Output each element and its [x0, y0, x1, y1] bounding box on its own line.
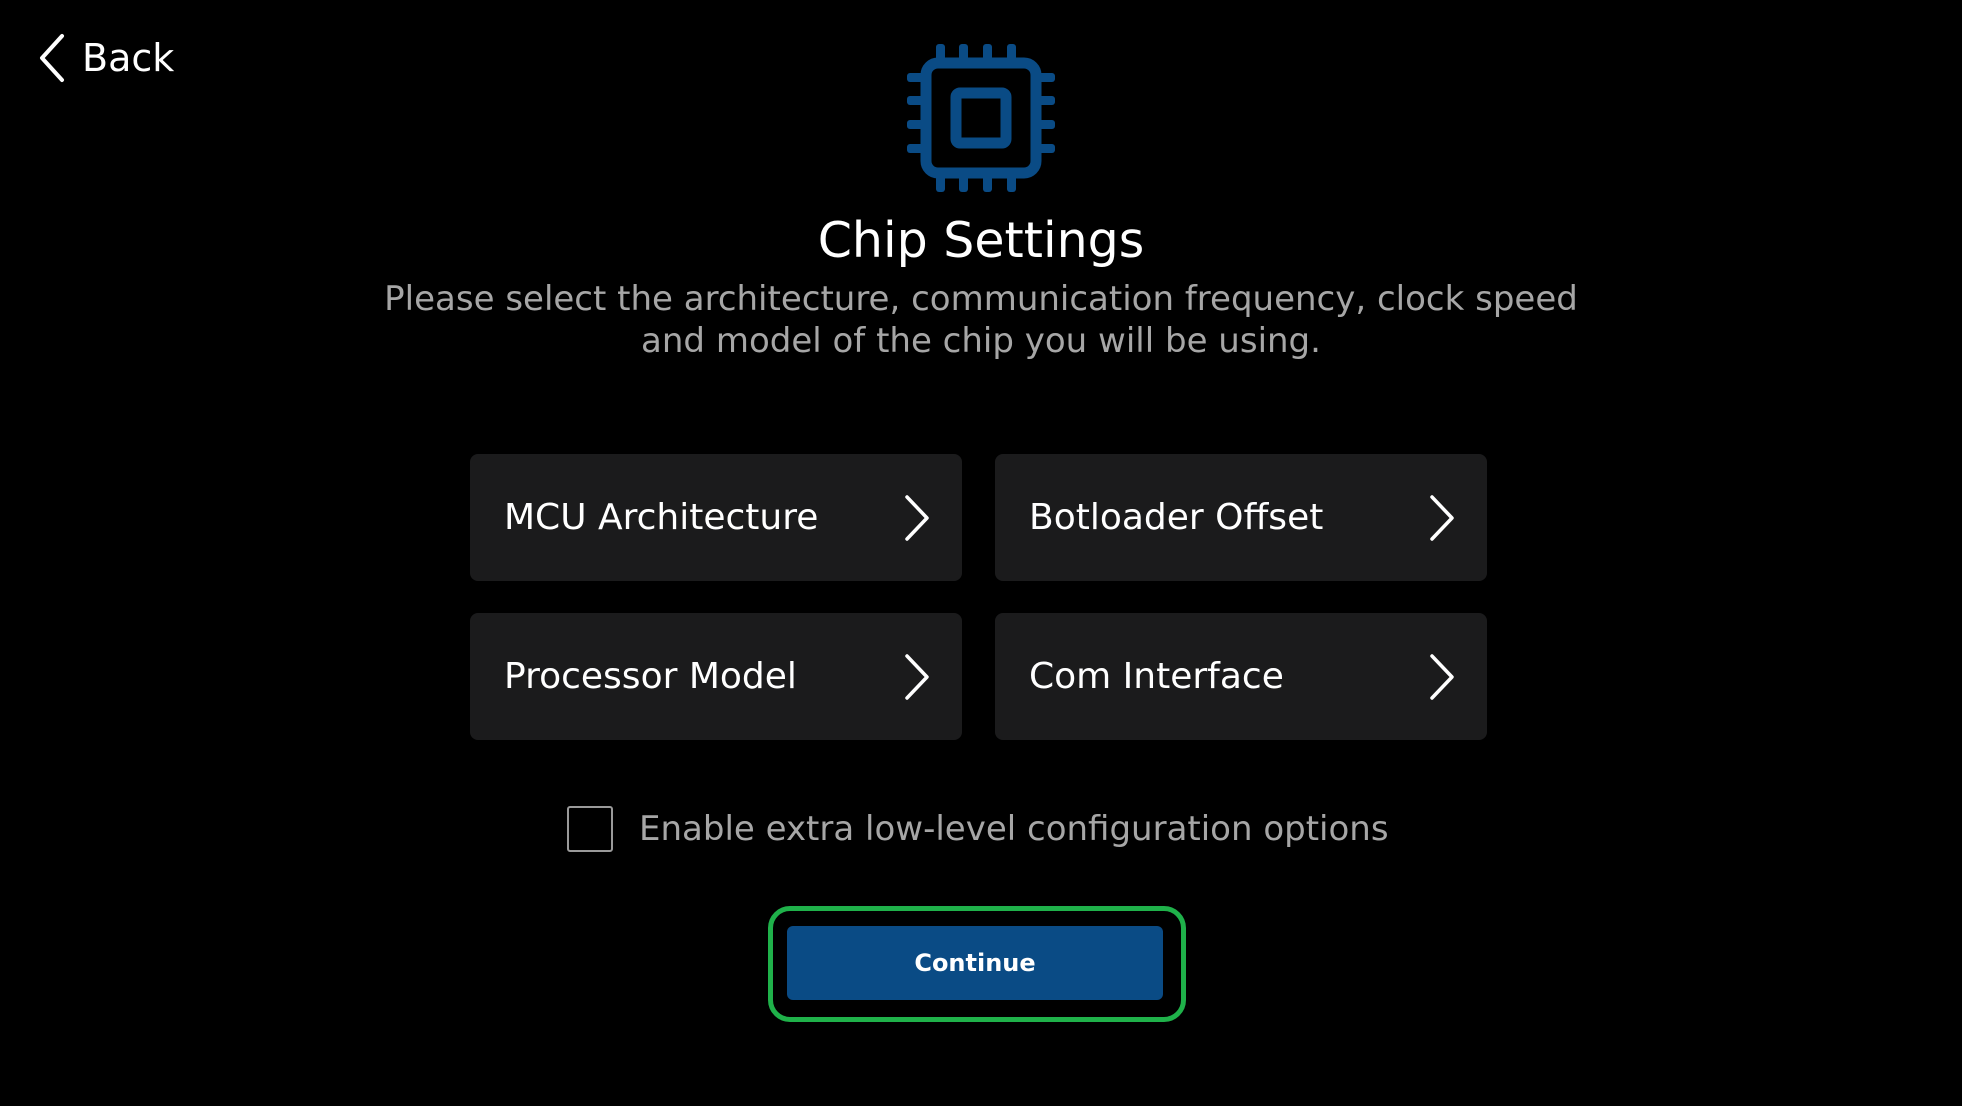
- chip-settings-screen: Back Chip Settings Please select the arc…: [0, 0, 1962, 1106]
- subtitle-line-2: and model of the chip you will be using.: [641, 321, 1321, 361]
- extra-options-checkbox[interactable]: [567, 806, 613, 852]
- page-subtitle: Please select the architecture, communic…: [300, 278, 1662, 362]
- chevron-right-icon: [1427, 493, 1457, 543]
- bootloader-offset-button[interactable]: Botloader Offset: [995, 454, 1487, 581]
- chevron-right-icon: [902, 493, 932, 543]
- back-label: Back: [82, 36, 175, 80]
- com-interface-button[interactable]: Com Interface: [995, 613, 1487, 740]
- mcu-architecture-button[interactable]: MCU Architecture: [470, 454, 962, 581]
- settings-grid: MCU Architecture Botloader Offset Proces…: [470, 454, 1487, 740]
- subtitle-line-1: Please select the architecture, communic…: [384, 279, 1578, 319]
- chip-icon: [903, 40, 1059, 196]
- chevron-right-icon: [902, 652, 932, 702]
- extra-options-label: Enable extra low-level configuration opt…: [639, 809, 1389, 849]
- back-button[interactable]: Back: [38, 32, 174, 84]
- chevron-left-icon: [38, 32, 68, 84]
- continue-button[interactable]: Continue: [787, 926, 1163, 1000]
- card-label: Processor Model: [504, 656, 797, 697]
- card-label: Com Interface: [1029, 656, 1284, 697]
- page-title: Chip Settings: [817, 212, 1145, 269]
- processor-model-button[interactable]: Processor Model: [470, 613, 962, 740]
- chevron-right-icon: [1427, 652, 1457, 702]
- card-label: MCU Architecture: [504, 497, 819, 538]
- card-label: Botloader Offset: [1029, 497, 1324, 538]
- extra-options-row: Enable extra low-level configuration opt…: [567, 806, 1389, 852]
